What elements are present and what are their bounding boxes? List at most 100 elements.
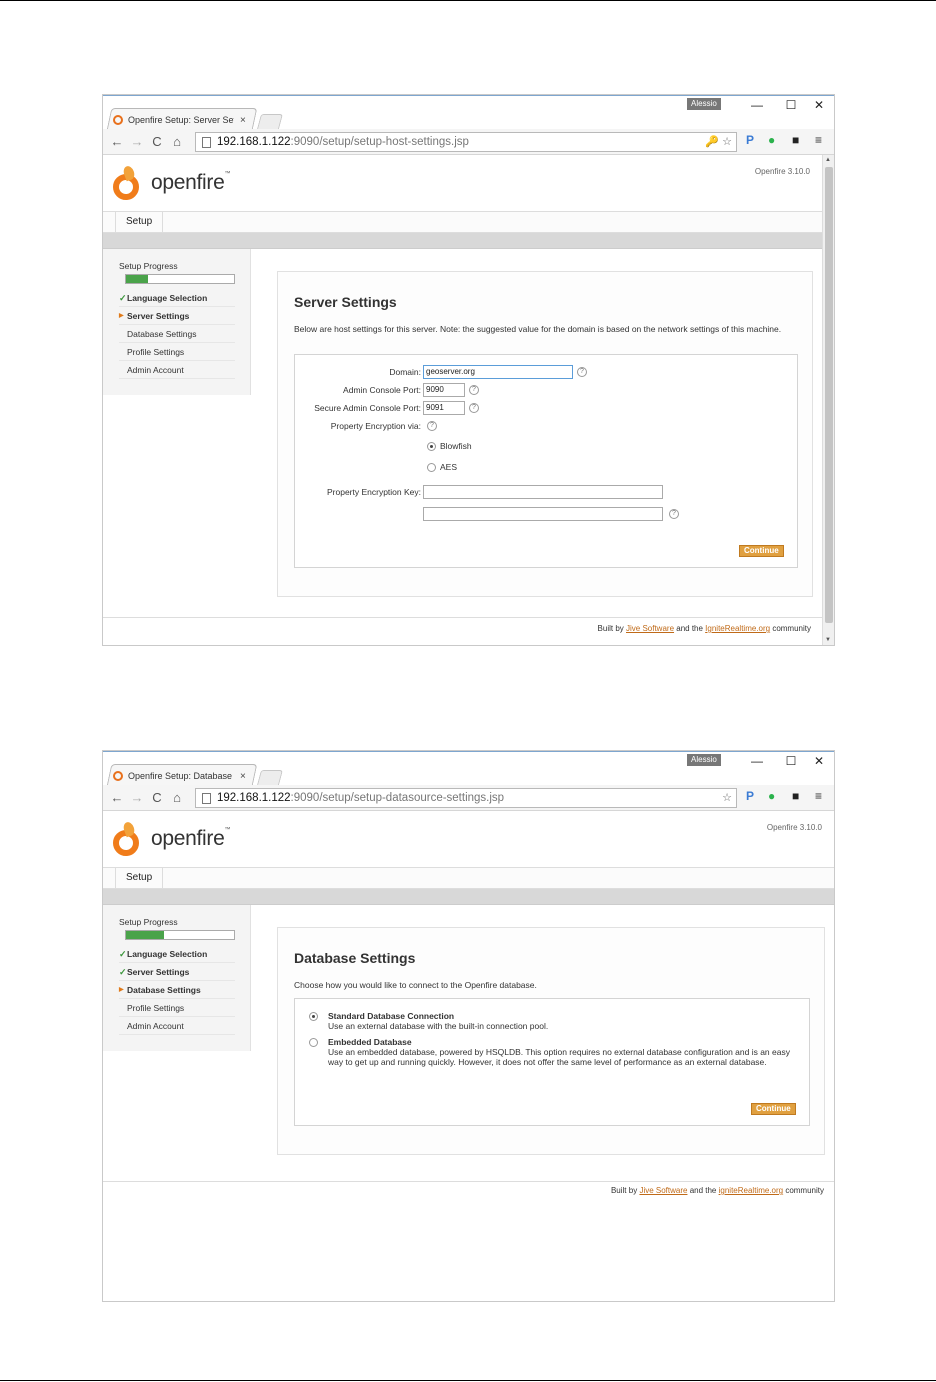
radio-standard-db[interactable] bbox=[309, 1012, 318, 1021]
jive-software-link[interactable]: Jive Software bbox=[639, 1186, 687, 1195]
page-title: Database Settings bbox=[294, 950, 416, 966]
radio-blowfish-input[interactable] bbox=[427, 441, 436, 451]
user-profile-badge[interactable]: Alessio bbox=[687, 754, 721, 766]
embedded-db-title: Embedded Database bbox=[328, 1037, 412, 1047]
help-icon[interactable]: ? bbox=[469, 385, 479, 395]
extension-leaf-icon[interactable]: ● bbox=[768, 789, 775, 803]
forward-arrow-icon[interactable]: → bbox=[127, 790, 147, 805]
current-step-arrow-icon: ▶ bbox=[119, 313, 124, 319]
extension-box-icon[interactable]: ■ bbox=[792, 133, 799, 147]
subnav-band bbox=[103, 233, 823, 249]
admin-port-input[interactable]: 9090 bbox=[423, 383, 465, 397]
vertical-scrollbar[interactable]: ▲ ▼ bbox=[822, 155, 834, 645]
reload-icon[interactable]: C bbox=[147, 134, 167, 149]
domain-row: Domain: geoserver.org ? bbox=[295, 365, 799, 381]
page-content: openfire™ Openfire 3.10.0 Setup Setup Pr… bbox=[103, 811, 834, 1301]
browser-tab[interactable]: Openfire Setup: Database S × bbox=[113, 766, 249, 786]
footer-text: community bbox=[783, 1186, 824, 1195]
help-icon[interactable]: ? bbox=[469, 403, 479, 413]
browser-tab[interactable]: Openfire Setup: Server Setti × bbox=[113, 110, 249, 130]
page-footer: Built by Jive Software and the igniteRea… bbox=[103, 1181, 834, 1301]
continue-button[interactable]: Continue bbox=[751, 1103, 796, 1115]
setup-step: Profile Settings bbox=[119, 999, 235, 1017]
scroll-up-icon[interactable]: ▲ bbox=[825, 157, 831, 163]
radio-embedded-db[interactable] bbox=[309, 1038, 318, 1047]
tab-setup[interactable]: Setup bbox=[115, 212, 164, 233]
new-tab-button[interactable] bbox=[256, 770, 284, 785]
continue-button[interactable]: Continue bbox=[739, 545, 784, 557]
subnav-band bbox=[103, 889, 834, 905]
setup-step: ▶ Database Settings bbox=[119, 981, 235, 999]
tab-close-icon[interactable]: × bbox=[240, 115, 246, 126]
page-description: Below are host settings for this server.… bbox=[294, 324, 782, 334]
extension-box-icon[interactable]: ■ bbox=[792, 789, 799, 803]
embedded-db-option[interactable]: Embedded Database Use an embedded databa… bbox=[309, 1037, 797, 1067]
user-profile-badge[interactable]: Alessio bbox=[687, 98, 721, 110]
encryption-key-confirm-input[interactable] bbox=[423, 507, 663, 521]
checkmark-icon: ✓ bbox=[119, 967, 127, 977]
page-bottom-rule bbox=[0, 1380, 936, 1381]
standard-db-option[interactable]: Standard Database Connection Use an exte… bbox=[309, 1011, 797, 1031]
browser-menu-icon[interactable]: ≡ bbox=[815, 133, 822, 147]
bookmark-star-icon[interactable]: ☆ bbox=[722, 791, 732, 804]
page-description: Choose how you would like to connect to … bbox=[294, 980, 537, 990]
extension-p-icon[interactable]: P bbox=[746, 133, 754, 147]
page-title: Server Settings bbox=[294, 294, 397, 310]
footer-text: and the bbox=[687, 1186, 719, 1195]
setup-steps: ✓ Language Selection ✓ Server Settings ▶ Data… bbox=[119, 945, 235, 1035]
reload-icon[interactable]: C bbox=[147, 790, 167, 805]
radio-aes[interactable]: AES bbox=[427, 462, 457, 472]
bookmark-star-icon[interactable]: 🔑 ☆ bbox=[705, 135, 732, 148]
database-options-box: Standard Database Connection Use an exte… bbox=[294, 998, 810, 1126]
igniterealtime-link[interactable]: IgniteRealtime.org bbox=[705, 624, 770, 633]
scroll-thumb[interactable] bbox=[825, 167, 833, 623]
openfire-favicon-icon bbox=[113, 115, 123, 125]
version-label: Openfire 3.10.0 bbox=[754, 167, 810, 176]
setup-step: Admin Account bbox=[119, 1017, 235, 1035]
help-icon[interactable]: ? bbox=[577, 367, 587, 377]
tab-close-icon[interactable]: × bbox=[240, 771, 246, 782]
radio-blowfish[interactable]: Blowfish bbox=[427, 441, 472, 451]
new-tab-button[interactable] bbox=[256, 114, 284, 129]
secure-port-input[interactable]: 9091 bbox=[423, 401, 465, 415]
igniterealtime-link[interactable]: igniteRealtime.org bbox=[719, 1186, 783, 1195]
setup-step-label: Server Settings bbox=[127, 967, 190, 977]
title-bar: Openfire Setup: Server Setti × Alessio —… bbox=[103, 95, 834, 130]
jive-software-link[interactable]: Jive Software bbox=[626, 624, 674, 633]
domain-label: Domain: bbox=[389, 367, 421, 377]
back-arrow-icon[interactable]: ← bbox=[107, 790, 127, 805]
minimize-button[interactable]: — bbox=[747, 754, 767, 768]
browser-toolbar: ← → C ⌂ 192.168.1.122:9090/setup/setup-h… bbox=[103, 129, 834, 155]
page-footer: Built by Jive Software and the IgniteRea… bbox=[103, 617, 823, 645]
address-bar[interactable]: 192.168.1.122:9090/setup/setup-host-sett… bbox=[195, 132, 737, 152]
browser-menu-icon[interactable]: ≡ bbox=[815, 789, 822, 803]
encryption-label: Property Encryption via: bbox=[330, 421, 421, 431]
back-arrow-icon[interactable]: ← bbox=[107, 134, 127, 149]
title-bar: Openfire Setup: Database S × Alessio — ☐… bbox=[103, 751, 834, 786]
maximize-button[interactable]: ☐ bbox=[781, 98, 801, 112]
radio-aes-label: AES bbox=[440, 462, 458, 472]
scroll-down-icon[interactable]: ▼ bbox=[825, 637, 831, 643]
url-path: :9090/setup/setup-datasource-settings.js… bbox=[290, 792, 505, 804]
help-icon[interactable]: ? bbox=[669, 509, 679, 519]
radio-aes-input[interactable] bbox=[427, 462, 436, 472]
encryption-key-input[interactable] bbox=[423, 485, 663, 499]
maximize-button[interactable]: ☐ bbox=[781, 754, 801, 768]
minimize-button[interactable]: — bbox=[747, 98, 767, 112]
progress-title: Setup Progress bbox=[119, 917, 178, 927]
extension-leaf-icon[interactable]: ● bbox=[768, 133, 775, 147]
domain-input[interactable]: geoserver.org bbox=[423, 365, 573, 379]
close-window-button[interactable]: ✕ bbox=[809, 754, 829, 768]
address-bar[interactable]: 192.168.1.122:9090/setup/setup-datasourc… bbox=[195, 788, 737, 808]
key-row: Property Encryption Key: bbox=[295, 485, 799, 501]
close-window-button[interactable]: ✕ bbox=[809, 98, 829, 112]
openfire-logo-icon bbox=[111, 820, 141, 856]
home-icon[interactable]: ⌂ bbox=[167, 134, 187, 149]
home-icon[interactable]: ⌂ bbox=[167, 790, 187, 805]
setup-step-label: Database Settings bbox=[127, 329, 197, 339]
tab-setup[interactable]: Setup bbox=[115, 868, 164, 889]
extension-p-icon[interactable]: P bbox=[746, 789, 754, 803]
forward-arrow-icon[interactable]: → bbox=[127, 134, 147, 149]
help-icon[interactable]: ? bbox=[427, 421, 437, 431]
secure-port-label: Secure Admin Console Port: bbox=[314, 403, 421, 413]
